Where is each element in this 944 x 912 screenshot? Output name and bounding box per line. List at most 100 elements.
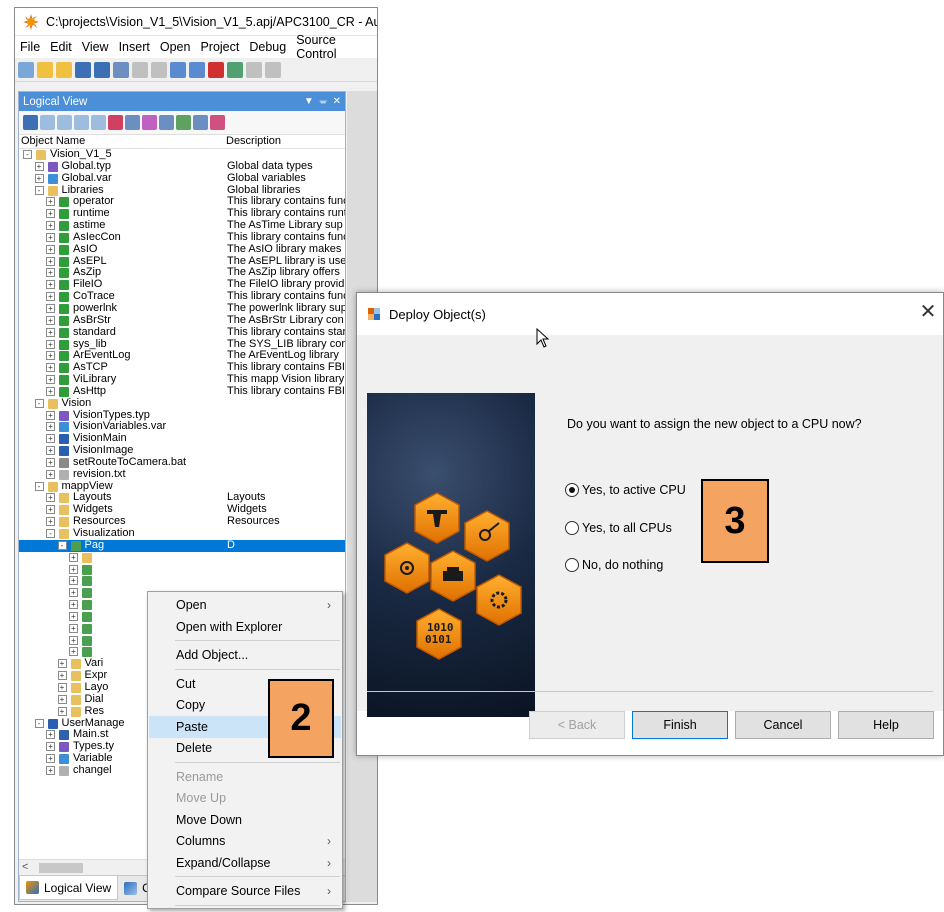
col-object-name[interactable]: Object Name <box>19 135 226 148</box>
close-icon[interactable]: ✕ <box>333 96 341 107</box>
expand-icon[interactable]: + <box>69 564 78 574</box>
menu-item-properties[interactable]: Properties... <box>149 909 341 912</box>
expand-icon[interactable]: + <box>69 576 78 586</box>
expand-icon[interactable]: + <box>46 422 55 432</box>
radio-all-cpus-indicator[interactable] <box>565 521 579 535</box>
new-icon[interactable] <box>18 61 34 78</box>
scroll-left-icon[interactable]: < <box>22 861 28 873</box>
tree-node[interactable]: + AsIO The AsIO library makes <box>19 243 345 256</box>
print-icon[interactable] <box>246 61 262 78</box>
tree-node[interactable]: + AsTCP This library contains FBI <box>19 361 345 374</box>
collapse-icon[interactable]: - <box>34 718 44 728</box>
tree-node[interactable]: + CoTrace This library contains func <box>19 290 345 303</box>
tree-node[interactable]: - Visualization <box>19 527 345 540</box>
collapse-icon[interactable]: - <box>57 540 67 550</box>
expand-icon[interactable]: + <box>46 292 55 302</box>
radio-active-cpu[interactable]: Yes, to active CPU <box>565 483 686 497</box>
paste-icon[interactable] <box>151 61 167 78</box>
panel-tool-6-icon[interactable] <box>125 115 140 130</box>
tree-node[interactable]: + FileIO The FileIO library provid <box>19 278 345 291</box>
expand-icon[interactable]: + <box>46 517 55 527</box>
expand-icon[interactable]: + <box>46 410 55 420</box>
panel-tool-11-icon[interactable] <box>210 115 225 130</box>
expand-icon[interactable]: + <box>46 209 55 219</box>
pin-icon[interactable]: ᚚ <box>320 96 327 107</box>
tree-node[interactable]: + Global.var Global variables <box>19 172 345 185</box>
panel-tool-7-icon[interactable] <box>142 115 157 130</box>
tree-node[interactable]: + AsHttp This library contains FBI <box>19 385 345 398</box>
panel-tool-4-icon[interactable] <box>91 115 106 130</box>
finish-button[interactable]: Finish <box>632 711 728 739</box>
collapse-icon[interactable]: - <box>34 398 44 408</box>
save-icon[interactable] <box>75 61 91 78</box>
panel-tool-0-icon[interactable] <box>23 115 38 130</box>
expand-icon[interactable]: + <box>46 765 55 775</box>
open-icon[interactable] <box>37 61 53 78</box>
panel-tool-8-icon[interactable] <box>159 115 174 130</box>
help-button[interactable]: Help <box>838 711 934 739</box>
menu-view[interactable]: View <box>82 40 109 54</box>
expand-icon[interactable]: + <box>57 671 67 681</box>
expand-icon[interactable]: + <box>46 730 55 740</box>
expand-icon[interactable]: + <box>46 754 55 764</box>
scroll-thumb[interactable] <box>39 863 83 873</box>
tree-node[interactable]: + AsEPL The AsEPL library is use <box>19 255 345 268</box>
expand-icon[interactable]: + <box>46 386 55 396</box>
tree-node[interactable]: - mappView <box>19 480 345 493</box>
back-button[interactable]: < Back <box>529 711 625 739</box>
menu-item-columns[interactable]: Columns › <box>149 830 341 852</box>
expand-icon[interactable]: + <box>46 339 55 349</box>
expand-icon[interactable]: + <box>46 446 55 456</box>
menu-project[interactable]: Project <box>200 40 239 54</box>
cancel-button[interactable]: Cancel <box>735 711 831 739</box>
expand-icon[interactable]: + <box>46 268 55 278</box>
expand-icon[interactable]: + <box>46 303 55 313</box>
menu-item-open[interactable]: Open › <box>149 594 341 616</box>
tree-node[interactable]: - Vision <box>19 397 345 410</box>
tree-node[interactable]: + Global.typ Global data types <box>19 160 345 173</box>
radio-do-nothing-indicator[interactable] <box>565 558 579 572</box>
radio-do-nothing[interactable]: No, do nothing <box>565 558 663 572</box>
expand-icon[interactable]: + <box>69 635 78 645</box>
expand-icon[interactable]: + <box>46 256 55 266</box>
menu-item-open-with-explorer[interactable]: Open with Explorer <box>149 616 341 638</box>
menu-item-move-up[interactable]: Move Up <box>149 787 341 809</box>
menu-insert[interactable]: Insert <box>119 40 150 54</box>
menu-open[interactable]: Open <box>160 40 191 54</box>
expand-icon[interactable]: + <box>46 244 55 254</box>
tree-node[interactable]: + AsBrStr The AsBrStr Library con <box>19 314 345 327</box>
tree-node[interactable]: + astime The AsTime Library sup <box>19 219 345 232</box>
tree-node[interactable]: + standard This library contains star <box>19 326 345 339</box>
save-all-icon[interactable] <box>94 61 110 78</box>
expand-icon[interactable]: + <box>57 659 67 669</box>
tree-node[interactable]: + AsIecCon This library contains func <box>19 231 345 244</box>
menu-item-add-object[interactable]: Add Object... <box>149 644 341 666</box>
tab-logical-view[interactable]: Logical View <box>19 876 119 900</box>
menu-item-move-down[interactable]: Move Down <box>149 809 341 831</box>
menu-item-compare-source-files[interactable]: Compare Source Files › <box>149 880 341 902</box>
expand-icon[interactable]: + <box>69 552 78 562</box>
refresh-icon[interactable] <box>227 61 243 78</box>
expand-icon[interactable]: + <box>46 327 55 337</box>
menu-file[interactable]: File <box>20 40 40 54</box>
tree-node[interactable]: + Resources Resources <box>19 515 345 528</box>
expand-icon[interactable]: + <box>69 600 78 610</box>
expand-icon[interactable]: + <box>46 197 55 207</box>
expand-icon[interactable]: + <box>46 434 55 444</box>
tree-node[interactable]: + ArEventLog The ArEventLog library <box>19 349 345 362</box>
tree-node[interactable]: + runtime This library contains runt <box>19 207 345 220</box>
collapse-icon[interactable]: - <box>34 185 44 195</box>
panel-tool-10-icon[interactable] <box>193 115 208 130</box>
tree-node[interactable]: + revision.txt <box>19 468 345 481</box>
delete-icon[interactable] <box>208 61 224 78</box>
tree-node[interactable]: + VisionMain <box>19 432 345 445</box>
menu-source-control[interactable]: Source Control <box>296 33 367 61</box>
panel-tool-9-icon[interactable] <box>176 115 191 130</box>
expand-icon[interactable]: + <box>46 375 55 385</box>
open-folder-icon[interactable] <box>56 61 72 78</box>
radio-all-cpus[interactable]: Yes, to all CPUs <box>565 521 672 535</box>
expand-icon[interactable]: + <box>69 647 78 657</box>
dialog-close-icon[interactable]: ✕ <box>913 293 943 335</box>
panel-tool-1-icon[interactable] <box>40 115 55 130</box>
expand-icon[interactable]: + <box>46 742 55 752</box>
